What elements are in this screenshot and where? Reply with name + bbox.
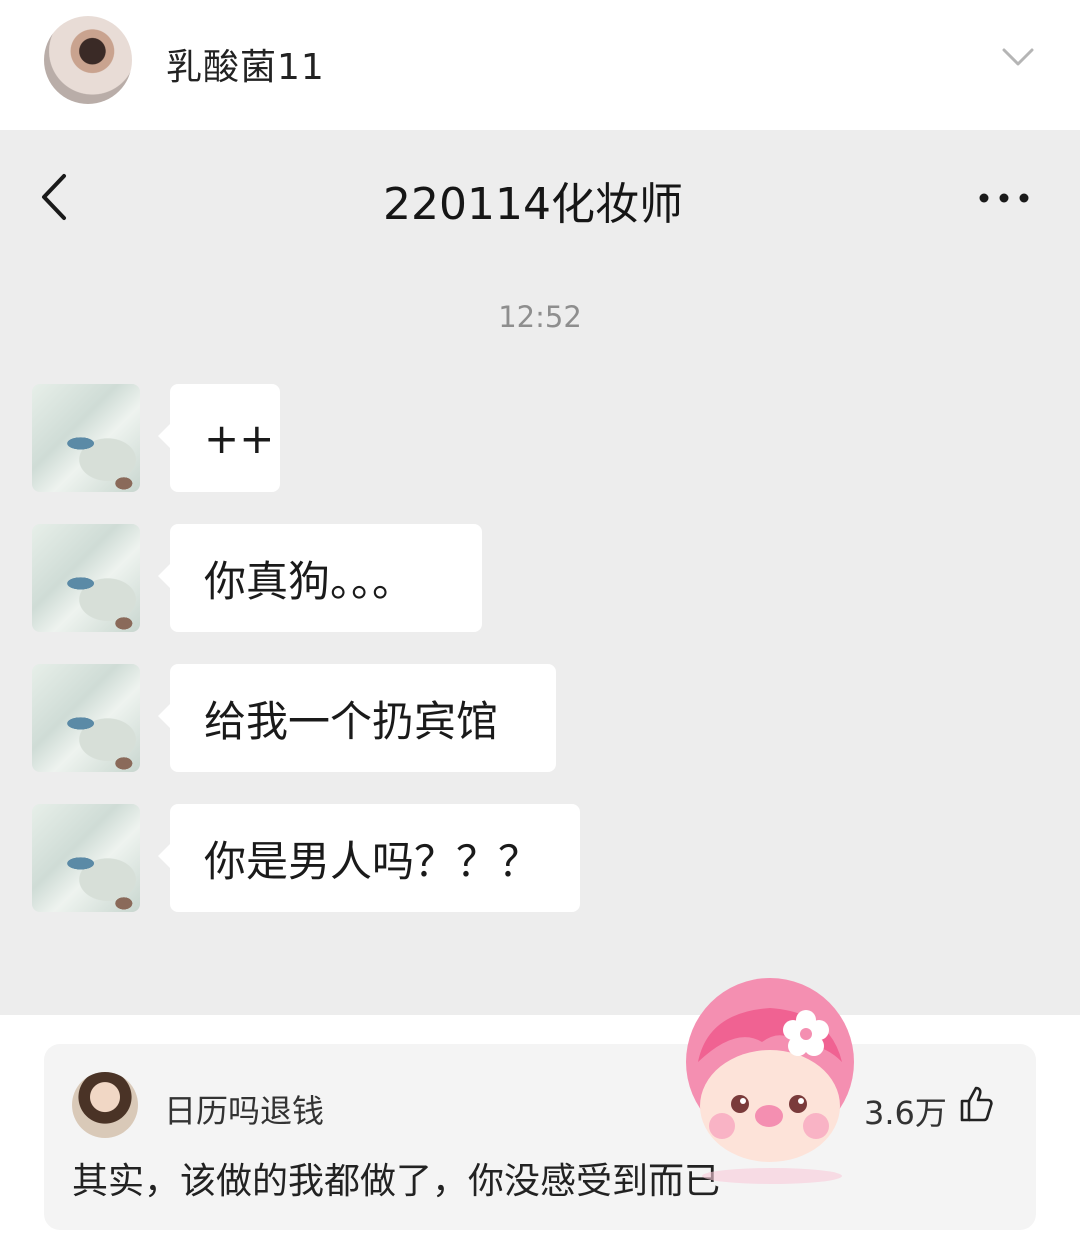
contact-avatar[interactable] xyxy=(32,384,140,492)
pink-character-sticker-icon xyxy=(686,978,854,1184)
message-bubble[interactable]: 你是男人吗？？？ xyxy=(158,804,580,912)
post-header: 乳酸菌11 xyxy=(0,0,1080,130)
thumbs-up-icon[interactable] xyxy=(956,1084,996,1124)
chat-timestamp: 12:52 xyxy=(498,300,582,334)
more-dots-icon[interactable] xyxy=(976,188,1032,208)
contact-avatar[interactable] xyxy=(32,664,140,772)
message-bubble[interactable]: ++ xyxy=(158,384,280,492)
post-author-avatar[interactable] xyxy=(44,16,132,104)
chat-screenshot: 220114化妆师 12:52 ++ 你真狗。。。 给我一个扔宾馆 你是男人吗？… xyxy=(0,130,1080,1015)
post-author-name[interactable]: 乳酸菌11 xyxy=(166,38,325,90)
contact-avatar[interactable] xyxy=(32,524,140,632)
comment-card[interactable]: 日历吗退钱 3.6万 其实，该做的我都做了，你没感受到而已 xyxy=(44,1044,1036,1230)
commenter-name[interactable]: 日历吗退钱 xyxy=(164,1086,324,1132)
message-bubble[interactable]: 你真狗。。。 xyxy=(158,524,482,632)
commenter-avatar[interactable] xyxy=(72,1072,138,1138)
message-bubble[interactable]: 给我一个扔宾馆 xyxy=(158,664,556,772)
like-count: 3.6万 xyxy=(864,1094,947,1132)
chevron-down-icon[interactable] xyxy=(1000,42,1036,72)
chat-title: 220114化妆师 xyxy=(383,179,683,230)
comment-text: 其实，该做的我都做了，你没感受到而已 xyxy=(72,1161,721,1202)
contact-avatar[interactable] xyxy=(32,804,140,912)
